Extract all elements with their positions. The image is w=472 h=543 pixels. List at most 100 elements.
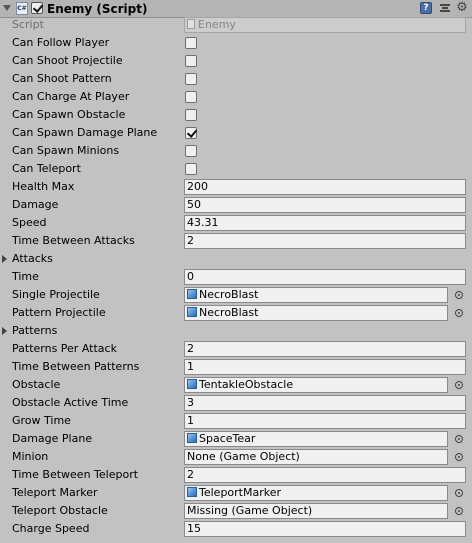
minion-field[interactable]: None (Game Object) [184, 449, 448, 465]
time-between-patterns-row: Time Between Patterns 1 [0, 358, 472, 376]
single-projectile-value: NecroBlast [199, 288, 259, 301]
toggle-label: Can Follow Player [12, 36, 110, 49]
minion-value: None (Game Object) [187, 450, 300, 463]
single-projectile-field[interactable]: NecroBlast [184, 287, 448, 303]
minion-row: Minion None (Game Object) [0, 448, 472, 466]
single-projectile-label: Single Projectile [12, 288, 100, 301]
toggle-label: Can Shoot Projectile [12, 54, 123, 67]
can-teleport-checkbox[interactable] [185, 163, 197, 175]
single-projectile-row: Single Projectile NecroBlast [0, 286, 472, 304]
time-between-patterns-label: Time Between Patterns [12, 360, 140, 373]
damage-input[interactable]: 50 [184, 197, 466, 213]
damage-plane-value: SpaceTear [199, 432, 256, 445]
obstacle-active-time-label: Obstacle Active Time [12, 396, 129, 409]
attacks-foldout[interactable]: Attacks [0, 250, 472, 268]
toggle-row: Can Spawn Damage Plane [0, 124, 472, 142]
script-label: Script [12, 18, 44, 31]
patterns-foldout[interactable]: Patterns [0, 322, 472, 340]
damage-plane-field[interactable]: SpaceTear [184, 431, 448, 447]
toggle-row: Can Follow Player [0, 34, 472, 52]
toggle-row: Can Spawn Minions [0, 142, 472, 160]
teleport-obstacle-value: Missing (Game Object) [187, 504, 313, 517]
pattern-projectile-label: Pattern Projectile [12, 306, 106, 319]
patterns-label[interactable]: Patterns [12, 324, 57, 338]
object-picker-icon[interactable] [455, 435, 463, 443]
health-max-input[interactable]: 200 [184, 179, 466, 195]
time-label: Time [12, 270, 39, 283]
teleport-obstacle-field[interactable]: Missing (Game Object) [184, 503, 448, 519]
can-spawn-minions-checkbox[interactable] [185, 145, 197, 157]
can-spawn-damage-plane-checkbox[interactable] [185, 127, 197, 139]
toggle-row: Can Shoot Pattern [0, 70, 472, 88]
charge-speed-input[interactable]: 15 [184, 521, 466, 537]
toggle-label: Can Shoot Pattern [12, 72, 112, 85]
toggle-label: Can Spawn Damage Plane [12, 126, 158, 139]
cube-icon [187, 487, 197, 497]
teleport-marker-row: Teleport Marker TeleportMarker [0, 484, 472, 502]
object-picker-icon[interactable] [455, 309, 463, 317]
time-row: Time 0 [0, 268, 472, 286]
can-follow-player-checkbox[interactable] [185, 37, 197, 49]
pattern-projectile-value: NecroBlast [199, 306, 259, 319]
health-max-row: Health Max 200 [0, 178, 472, 196]
gear-icon[interactable]: ⚙ [456, 1, 468, 14]
toggle-row: Can Teleport [0, 160, 472, 178]
foldout-arrow-icon[interactable] [2, 327, 7, 335]
obstacle-label: Obstacle [12, 378, 61, 391]
grow-time-input[interactable]: 1 [184, 413, 466, 429]
attacks-label[interactable]: Attacks [12, 252, 53, 266]
toggle-label: Can Teleport [12, 162, 81, 175]
component-title: Enemy (Script) [47, 2, 148, 16]
time-between-attacks-input[interactable]: 2 [184, 233, 466, 249]
foldout-arrow-icon[interactable] [2, 255, 7, 263]
can-charge-at-player-checkbox[interactable] [185, 91, 197, 103]
toggle-row: Can Shoot Projectile [0, 52, 472, 70]
minion-label: Minion [12, 450, 49, 463]
obstacle-row: Obstacle TentakleObstacle [0, 376, 472, 394]
obstacle-active-time-row: Obstacle Active Time 3 [0, 394, 472, 412]
toggle-label: Can Spawn Minions [12, 144, 120, 157]
teleport-marker-label: Teleport Marker [12, 486, 98, 499]
pattern-projectile-field[interactable]: NecroBlast [184, 305, 448, 321]
toggle-row: Can Spawn Obstacle [0, 106, 472, 124]
can-shoot-projectile-checkbox[interactable] [185, 55, 197, 67]
teleport-marker-field[interactable]: TeleportMarker [184, 485, 448, 501]
object-picker-icon[interactable] [455, 381, 463, 389]
time-between-patterns-input[interactable]: 1 [184, 359, 466, 375]
cube-icon [187, 307, 197, 317]
obstacle-value: TentakleObstacle [199, 378, 294, 391]
patterns-per-attack-row: Patterns Per Attack 2 [0, 340, 472, 358]
help-icon[interactable]: ? [420, 2, 432, 14]
obstacle-active-time-input[interactable]: 3 [184, 395, 466, 411]
time-between-teleport-label: Time Between Teleport [12, 468, 139, 481]
object-picker-icon[interactable] [455, 453, 463, 461]
script-row: Script Enemy [0, 16, 472, 34]
can-spawn-obstacle-checkbox[interactable] [185, 109, 197, 121]
speed-row: Speed 43.31 [0, 214, 472, 232]
obstacle-field[interactable]: TentakleObstacle [184, 377, 448, 393]
fold-arrow-icon[interactable] [3, 5, 11, 11]
object-picker-icon[interactable] [455, 489, 463, 497]
charge-speed-label: Charge Speed [12, 522, 90, 535]
component-enabled-checkbox[interactable] [31, 2, 43, 14]
object-picker-icon[interactable] [455, 507, 463, 515]
patterns-per-attack-input[interactable]: 2 [184, 341, 466, 357]
charge-speed-row: Charge Speed 15 [0, 520, 472, 538]
damage-plane-label: Damage Plane [12, 432, 93, 445]
speed-input[interactable]: 43.31 [184, 215, 466, 231]
object-picker-icon[interactable] [455, 291, 463, 299]
time-between-teleport-row: Time Between Teleport 2 [0, 466, 472, 484]
damage-plane-row: Damage Plane SpaceTear [0, 430, 472, 448]
toggle-label: Can Charge At Player [12, 90, 130, 103]
preset-icon[interactable] [439, 2, 451, 14]
cube-icon [187, 379, 197, 389]
toggle-label: Can Spawn Obstacle [12, 108, 126, 121]
script-icon: C# [16, 2, 28, 15]
time-input[interactable]: 0 [184, 269, 466, 285]
cube-icon [187, 289, 197, 299]
script-file-icon [187, 19, 195, 29]
patterns-per-attack-label: Patterns Per Attack [12, 342, 117, 355]
teleport-obstacle-row: Teleport Obstacle Missing (Game Object) [0, 502, 472, 520]
can-shoot-pattern-checkbox[interactable] [185, 73, 197, 85]
time-between-teleport-input[interactable]: 2 [184, 467, 466, 483]
